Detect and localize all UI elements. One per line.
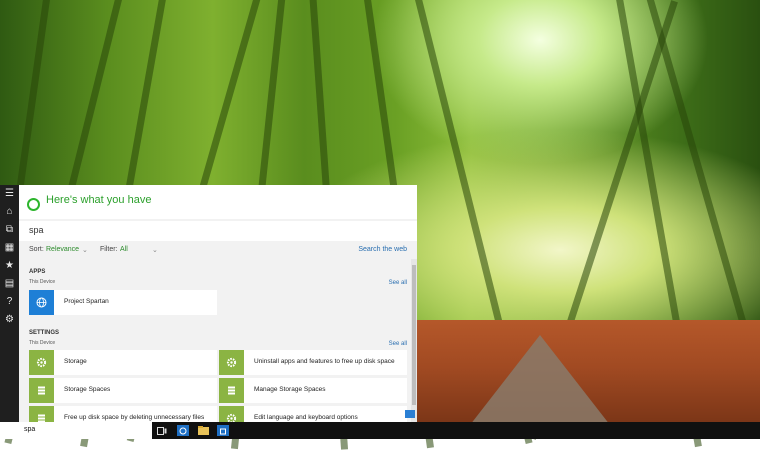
gear-icon (219, 350, 244, 375)
hamburger-menu-icon[interactable]: ☰ (0, 185, 19, 203)
notebook-icon[interactable]: ⧉ (0, 221, 19, 239)
search-results-panel: Here's what you have spa Sort: Relevance… (19, 185, 417, 422)
search-query-text: spa (29, 225, 44, 235)
task-view-icon[interactable] (156, 425, 168, 436)
result-tile-storage[interactable]: Storage (29, 350, 217, 375)
tile-label: Free up disk space by deleting unnecessa… (64, 414, 205, 421)
result-tile-project-spartan[interactable]: Project Spartan (29, 290, 217, 315)
globe-icon (29, 290, 54, 315)
gear-icon (29, 350, 54, 375)
storage-spaces-icon (29, 406, 54, 422)
news-icon[interactable]: ▤ (0, 275, 19, 293)
storage-spaces-icon (29, 378, 54, 403)
result-tile-storage-spaces[interactable]: Storage Spaces (29, 378, 217, 403)
tile-label: Edit language and keyboard options (254, 414, 358, 421)
home-icon[interactable]: ⌂ (0, 203, 19, 221)
settings-see-all-link[interactable]: See all (389, 341, 407, 347)
star-icon[interactable]: ★ (0, 257, 19, 275)
store-icon[interactable] (217, 425, 229, 436)
search-the-web-link[interactable]: Search the web (358, 246, 407, 253)
calendar-icon[interactable]: ▦ (0, 239, 19, 257)
tile-label: Manage Storage Spaces (254, 386, 326, 393)
result-tile-free-up-disk-space[interactable]: Free up disk space by deleting unnecessa… (29, 406, 217, 422)
feedback-icon[interactable] (405, 410, 415, 418)
start-rail: ☰ ⌂ ⧉ ▦ ★ ▤ ? ⚙ (0, 185, 19, 422)
taskbar: ⊞ spa (0, 422, 760, 439)
file-explorer-icon[interactable] (197, 425, 209, 436)
scrollbar-thumb[interactable] (412, 265, 416, 405)
result-tile-edit-language[interactable]: Edit language and keyboard options (219, 406, 407, 422)
taskbar-search-text: spa (24, 426, 36, 433)
settings-gear-icon[interactable]: ⚙ (0, 311, 19, 329)
sort-dropdown[interactable]: Relevance (46, 246, 79, 253)
edge-browser-icon[interactable] (177, 425, 189, 436)
sort-chevron-down-icon[interactable]: ⌄ (82, 246, 88, 254)
query-row: spa (19, 221, 417, 241)
result-tile-uninstall-apps[interactable]: Uninstall apps and features to free up d… (219, 350, 407, 375)
cortana-icon (27, 198, 40, 211)
results-list: APPS This Device See all Project Spartan… (19, 259, 411, 422)
storage-spaces-icon (219, 378, 244, 403)
apps-see-all-link[interactable]: See all (389, 280, 407, 286)
filter-bar: Sort: Relevance ⌄ Filter: All ⌄ Search t… (19, 242, 417, 258)
filter-label: Filter: (100, 246, 118, 253)
gear-icon (219, 406, 244, 422)
filter-chevron-down-icon[interactable]: ⌄ (152, 246, 158, 254)
settings-section-title: SETTINGS (29, 330, 60, 336)
panel-title: Here's what you have (46, 194, 152, 206)
tile-label: Storage Spaces (64, 386, 111, 393)
tile-label: Project Spartan (64, 298, 109, 305)
tile-label: Uninstall apps and features to free up d… (254, 358, 395, 365)
apps-section-title: APPS (29, 269, 46, 275)
taskbar-search-box[interactable]: spa (0, 422, 152, 439)
filter-dropdown[interactable]: All (120, 246, 128, 253)
panel-header: Here's what you have (19, 185, 417, 219)
result-tile-manage-storage-spaces[interactable]: Manage Storage Spaces (219, 378, 407, 403)
help-icon[interactable]: ? (0, 293, 19, 311)
tile-label: Storage (64, 358, 87, 365)
settings-section-subtitle: This Device (29, 340, 56, 346)
forest-path (470, 335, 610, 425)
sort-label: Sort: (29, 246, 44, 253)
apps-section-subtitle: This Device (29, 279, 56, 285)
